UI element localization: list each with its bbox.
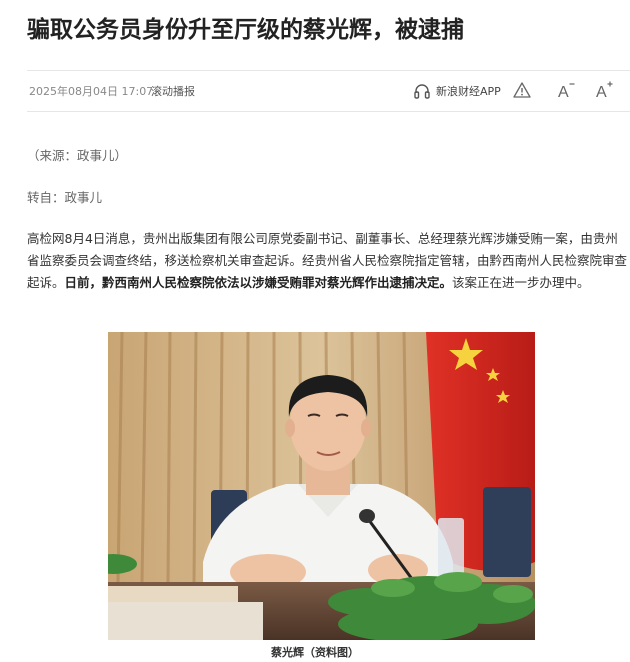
font-decrease-letter: A <box>558 84 569 101</box>
paragraph-bold-text: 日前，黔西南州人民检察院依法以涉嫌受贿罪对蔡光辉作出逮捕决定。 <box>64 275 453 290</box>
app-label: 新浪财经APP <box>436 85 501 98</box>
article-paragraph: 高检网8月4日消息，贵州出版集团有限公司原党委副书记、副董事长、总经理蔡光辉涉嫌… <box>27 228 627 294</box>
article-reprint: 转自：政事儿 <box>27 190 103 205</box>
article-source: （来源：政事儿） <box>27 148 128 163</box>
photo-caption: 蔡光辉（资料图） <box>271 646 359 659</box>
font-decrease-icon[interactable]: A <box>555 79 577 101</box>
channel-link[interactable]: 滚动播报 <box>151 83 195 99</box>
sina-finance-app-link[interactable]: 新浪财经APP <box>413 80 501 102</box>
article-title: 骗取公务员身份升至厅级的蔡光辉，被逮捕 <box>27 17 464 43</box>
warning-icon[interactable] <box>511 79 533 101</box>
font-increase-icon[interactable]: A <box>593 79 615 101</box>
publish-date: 2025年08月04日 17:07 <box>29 85 154 98</box>
article-photo <box>108 332 535 640</box>
paragraph-text-end: 该案正在进一步办理中。 <box>452 275 590 290</box>
article-meta-bar: 2025年08月04日 17:07 滚动播报 新浪财经APP A A <box>27 70 630 112</box>
headphones-icon <box>414 84 430 99</box>
font-increase-letter: A <box>596 84 607 101</box>
